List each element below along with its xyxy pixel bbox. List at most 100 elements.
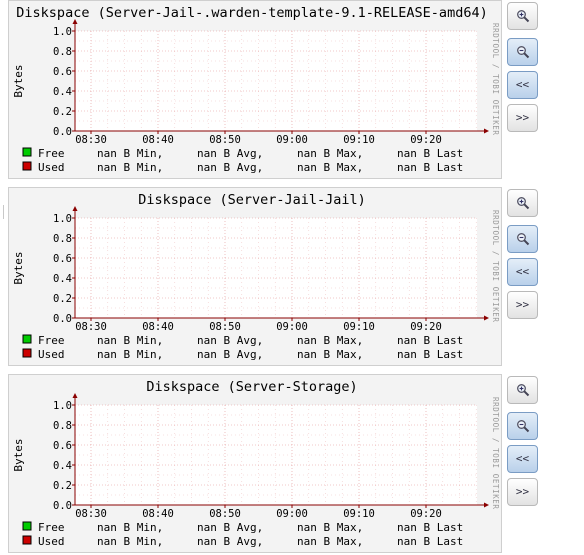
y-tick-label: 0.6 [53, 253, 72, 265]
legend-last: nan B Last [397, 521, 463, 534]
legend-max: nan B Max, [297, 535, 363, 548]
x-tick-label: 09:00 [276, 321, 308, 333]
x-axis-arrow [484, 315, 489, 321]
x-tick-label: 08:40 [142, 134, 174, 146]
rrdtool-credit-label: RRDTOOL / TOBI OETIKER [491, 210, 500, 323]
back-button[interactable]: << [507, 71, 538, 99]
zoom-in-button[interactable] [507, 376, 538, 404]
graph-panel[interactable]: Diskspace (Server-Jail-Jail) Bytes RRDTOOL… [8, 187, 502, 366]
graph-canvas: Diskspace (Server-Storage) Bytes RRDTOOL /… [12, 379, 500, 548]
legend-last: nan B Last [397, 334, 463, 347]
chart-title: Diskspace (Server-Storage) [146, 379, 357, 395]
chart-title: Diskspace (Server-Jail-Jail) [138, 192, 366, 208]
graph-canvas: Diskspace (Server-Jail-Jail) Bytes RRDTOOL… [12, 192, 500, 361]
x-tick-label: 08:50 [209, 134, 241, 146]
legend-swatch [22, 147, 32, 157]
legend-series-name: Used [38, 535, 65, 548]
legend-swatch [22, 535, 32, 545]
x-tick-label: 09:10 [343, 508, 375, 520]
zoom-out-button[interactable] [507, 225, 538, 253]
legend-avg: nan B Avg, [197, 521, 263, 534]
legend-series-name: Free [38, 521, 65, 534]
legend-max: nan B Max, [297, 147, 363, 160]
legend-last: nan B Last [397, 161, 463, 174]
zoom-out-button[interactable] [507, 38, 538, 66]
legend-swatch [22, 348, 32, 358]
forward-label: >> [515, 485, 530, 498]
y-tick-label: 0.2 [53, 480, 72, 492]
graph-canvas: Diskspace (Server-Jail-.warden-template-… [12, 5, 500, 174]
back-button[interactable]: << [507, 258, 538, 286]
x-tick-label: 09:20 [410, 508, 442, 520]
y-tick-label: 0.4 [53, 460, 72, 472]
legend-min: nan B Min, [97, 334, 163, 347]
y-tick-label: 1.0 [53, 26, 72, 38]
x-tick-label: 08:30 [75, 134, 107, 146]
x-tick-label: 09:10 [343, 321, 375, 333]
legend-max: nan B Max, [297, 161, 363, 174]
legend-max: nan B Max, [297, 348, 363, 361]
y-axis-arrow [72, 206, 78, 211]
back-button[interactable]: << [507, 445, 538, 473]
x-tick-label: 08:40 [142, 508, 174, 520]
y-tick-label: 0.8 [53, 233, 72, 245]
legend-max: nan B Max, [297, 521, 363, 534]
y-axis-arrow [72, 393, 78, 398]
legend-min: nan B Min, [97, 521, 163, 534]
x-tick-label: 09:00 [276, 508, 308, 520]
back-label: << [515, 452, 530, 465]
zoom-in-button[interactable] [507, 189, 538, 217]
y-tick-label: 0.4 [53, 273, 72, 285]
x-tick-label: 09:10 [343, 134, 375, 146]
legend-avg: nan B Avg, [197, 334, 263, 347]
y-tick-label: 1.0 [53, 400, 72, 412]
x-tick-label: 09:00 [276, 134, 308, 146]
x-tick-label: 09:20 [410, 134, 442, 146]
forward-button[interactable]: >> [507, 104, 538, 132]
legend-avg: nan B Avg, [197, 535, 263, 548]
legend-max: nan B Max, [297, 334, 363, 347]
legend-avg: nan B Avg, [197, 348, 263, 361]
y-tick-label: 1.0 [53, 213, 72, 225]
forward-label: >> [515, 111, 530, 124]
graph-panel[interactable]: Diskspace (Server-Jail-.warden-template-… [8, 0, 502, 179]
rrdtool-credit-label: RRDTOOL / TOBI OETIKER [491, 397, 500, 510]
legend-series-name: Used [38, 161, 65, 174]
legend-min: nan B Min, [97, 535, 163, 548]
y-axis-label: Bytes [12, 438, 25, 471]
legend-series-name: Free [38, 334, 65, 347]
back-label: << [515, 265, 530, 278]
legend-min: nan B Min, [97, 348, 163, 361]
x-tick-label: 08:30 [75, 321, 107, 333]
forward-button[interactable]: >> [507, 291, 538, 319]
x-tick-label: 08:50 [209, 321, 241, 333]
x-tick-label: 08:30 [75, 508, 107, 520]
zoom-out-button[interactable] [507, 412, 538, 440]
y-axis-label: Bytes [12, 251, 25, 284]
x-tick-label: 09:20 [410, 321, 442, 333]
forward-label: >> [515, 298, 530, 311]
legend-last: nan B Last [397, 348, 463, 361]
back-label: << [515, 78, 530, 91]
y-tick-label: 0.2 [53, 293, 72, 305]
legend-series-name: Used [38, 348, 65, 361]
y-tick-label: 0.6 [53, 440, 72, 452]
y-tick-label: 0.0 [53, 313, 72, 325]
y-axis-label: Bytes [12, 64, 25, 97]
legend-swatch [22, 161, 32, 171]
x-axis-arrow [484, 502, 489, 508]
legend-swatch [22, 334, 32, 344]
graph-panel[interactable]: Diskspace (Server-Storage) Bytes RRDTOOL /… [8, 374, 502, 553]
y-tick-label: 0.2 [53, 106, 72, 118]
legend-avg: nan B Avg, [197, 161, 263, 174]
zoom-in-button[interactable] [507, 2, 538, 30]
scrollbar-edge[interactable] [3, 205, 4, 219]
y-tick-label: 0.6 [53, 66, 72, 78]
y-tick-label: 0.4 [53, 86, 72, 98]
forward-button[interactable]: >> [507, 478, 538, 506]
legend-last: nan B Last [397, 147, 463, 160]
y-tick-label: 0.0 [53, 500, 72, 512]
y-tick-label: 0.8 [53, 420, 72, 432]
legend-min: nan B Min, [97, 161, 163, 174]
x-tick-label: 08:40 [142, 321, 174, 333]
